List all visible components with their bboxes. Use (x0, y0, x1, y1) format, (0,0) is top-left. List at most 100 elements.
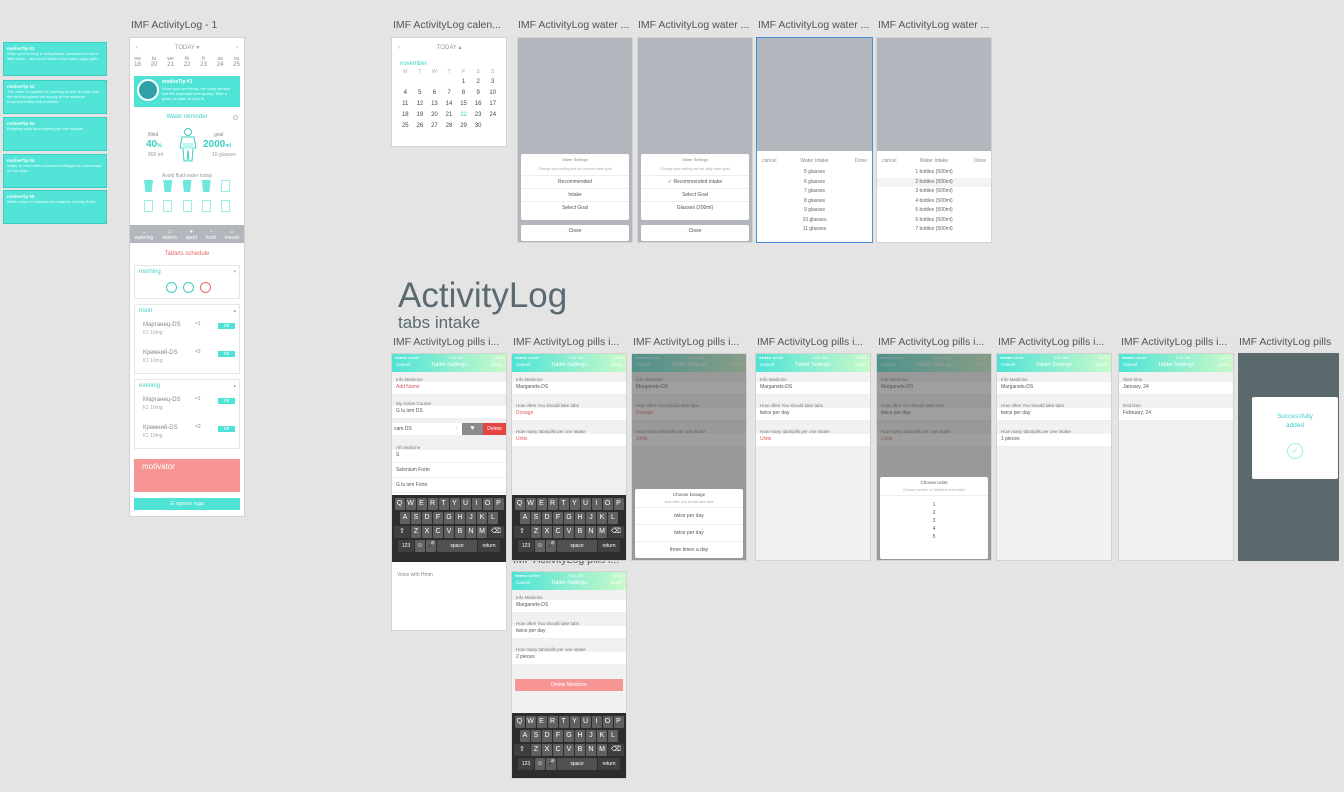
keyboard-key[interactable]: Y (569, 498, 580, 510)
keyboard-key[interactable]: K (597, 730, 607, 742)
keyboard-key[interactable]: C (433, 526, 443, 538)
keyboard-key[interactable]: J (586, 730, 596, 742)
keyboard-key[interactable]: V (444, 526, 454, 538)
keyboard[interactable]: QWERTYUIOP ASDFGHJKL ⇧ Z X C V B N M ⌫ 123 ☺ 🎤 spac… (512, 713, 626, 778)
motivator-card[interactable]: motivator (134, 459, 240, 492)
artboard-label-pills-2[interactable]: IMF ActivityLog pills i... (513, 336, 628, 348)
date-cell[interactable]: 27 (427, 122, 442, 130)
keyboard-key[interactable]: N (586, 526, 596, 538)
dosage-option[interactable]: twice per day (635, 525, 743, 542)
tab-waterlog[interactable]: ⌂ waterlog (134, 229, 153, 241)
chevron-up-icon[interactable]: ▴ (233, 383, 236, 389)
keyboard-key[interactable]: L (608, 730, 618, 742)
dosage-field[interactable]: Dosage (512, 408, 626, 421)
delete-medicine-button[interactable]: Delete Medicine (515, 679, 623, 691)
chevron-left-icon[interactable]: ‹ (136, 44, 138, 52)
sheet-option[interactable]: Select Goal (521, 202, 629, 214)
keyboard-key[interactable]: R (427, 498, 438, 510)
close-button[interactable]: Close (521, 225, 629, 237)
keyboard-key[interactable]: T (558, 716, 569, 728)
units-option[interactable]: 5 (880, 533, 988, 541)
date-cell[interactable]: 20 (427, 111, 442, 119)
keyboard-key[interactable]: X (542, 744, 552, 756)
keyboard-key[interactable]: S (531, 730, 541, 742)
artboard-label-water-4[interactable]: IMF ActivityLog water ... (878, 19, 993, 31)
chevron-left-icon[interactable]: ‹ (398, 44, 400, 52)
keyboard-key[interactable]: 🎤 (546, 540, 556, 552)
date-cell[interactable] (398, 78, 413, 86)
keyboard-key[interactable]: A (400, 512, 410, 524)
date-cell[interactable]: 13 (427, 100, 442, 108)
day-cell[interactable]: su 25 (233, 56, 240, 68)
keyboard-key[interactable]: U (460, 498, 471, 510)
chevron-down-icon[interactable]: ▾ (233, 269, 236, 275)
date-cell[interactable]: 14 (442, 100, 457, 108)
frequency-field[interactable]: twice per day (512, 626, 626, 639)
glass-empty-icon[interactable] (163, 200, 173, 212)
keyboard-key[interactable]: G (564, 730, 574, 742)
keyboard-key[interactable]: M (477, 526, 487, 538)
keyboard-key[interactable]: U (580, 498, 591, 510)
keyboard-key[interactable]: ⌫ (608, 526, 624, 538)
keyboard-key[interactable]: Q (394, 498, 405, 510)
keyboard-key[interactable]: B (575, 744, 585, 756)
keyboard-key[interactable]: space (557, 540, 597, 552)
date-cell[interactable]: 11 (398, 100, 413, 108)
glass-icon[interactable] (201, 180, 211, 192)
done-button[interactable]: Done (491, 362, 502, 367)
date-cell[interactable] (427, 78, 442, 86)
keyboard-key[interactable]: Z (411, 526, 421, 538)
keyboard-key[interactable]: R (547, 716, 558, 728)
keyboard-key[interactable]: N (466, 526, 476, 538)
date-cell-selected[interactable]: 22 (456, 111, 471, 119)
keyboard-key[interactable]: ☺ (535, 540, 545, 552)
keyboard-key[interactable]: 123 (518, 758, 534, 770)
date-cell[interactable]: 23 (471, 111, 486, 119)
date-cell[interactable]: 10 (485, 89, 500, 97)
keyboard-key[interactable]: H (455, 512, 465, 524)
glass-empty-icon[interactable] (221, 180, 230, 192)
units-option[interactable]: 2 (880, 509, 988, 517)
keyboard-key[interactable]: ☺ (535, 758, 545, 770)
keyboard-key[interactable]: E (416, 498, 427, 510)
sheet-option[interactable]: Select Goal (641, 189, 749, 202)
take-button[interactable]: ok (218, 426, 235, 432)
keyboard-key[interactable]: Z (531, 744, 541, 756)
today-label[interactable]: TODAY (437, 45, 457, 51)
glass-icon[interactable] (182, 180, 192, 192)
date-cell[interactable]: 18 (398, 111, 413, 119)
delete-button[interactable]: Delete (483, 423, 506, 435)
keyboard-key[interactable]: ⇧ (514, 526, 530, 538)
keyboard-key[interactable]: M (597, 526, 607, 538)
artboard-label-pills-5[interactable]: IMF ActivityLog pills i... (878, 336, 993, 348)
medicine-name-field[interactable]: Marganets-DS (997, 382, 1111, 395)
date-cell[interactable]: 4 (398, 89, 413, 97)
keyboard-key[interactable]: K (597, 512, 607, 524)
keyboard-key[interactable]: Q (514, 716, 525, 728)
keyboard-key[interactable]: H (575, 730, 585, 742)
glass-icon[interactable] (144, 180, 153, 192)
sheet-option[interactable]: Intake (521, 189, 629, 202)
keyboard-key[interactable]: ☺ (415, 540, 425, 552)
keyboard-key[interactable]: Y (569, 716, 580, 728)
day-cell[interactable]: mo 18 (134, 56, 141, 68)
add-name-field[interactable]: Add Name (392, 382, 506, 395)
keyboard-key[interactable]: G (564, 512, 574, 524)
units-field[interactable]: Units (756, 434, 870, 447)
keyboard-key[interactable]: W (405, 498, 416, 510)
tab-tablets[interactable]: ▭ tablets (162, 229, 177, 241)
tab-food[interactable]: ◔ food (206, 229, 216, 241)
keyboard-key[interactable]: T (438, 498, 449, 510)
glass-icon[interactable] (163, 180, 173, 192)
motive-tip-card[interactable]: motiveTip 01 When you're busy & dehydrate… (3, 42, 107, 76)
keyboard-key[interactable]: S (411, 512, 421, 524)
keyboard-key[interactable]: space (557, 758, 597, 770)
date-cell[interactable]: 21 (442, 111, 457, 119)
keyboard-key[interactable]: F (553, 512, 563, 524)
day-cell[interactable]: we 21 (167, 56, 174, 68)
units-option[interactable]: 4 (880, 525, 988, 533)
date-cell[interactable]: 19 (413, 111, 428, 119)
search-medicine-input[interactable]: G lu ism DS (392, 406, 506, 419)
day-cell[interactable]: sa 24 (217, 56, 224, 68)
medicine-option[interactable]: G lu ism Forte (392, 478, 506, 493)
